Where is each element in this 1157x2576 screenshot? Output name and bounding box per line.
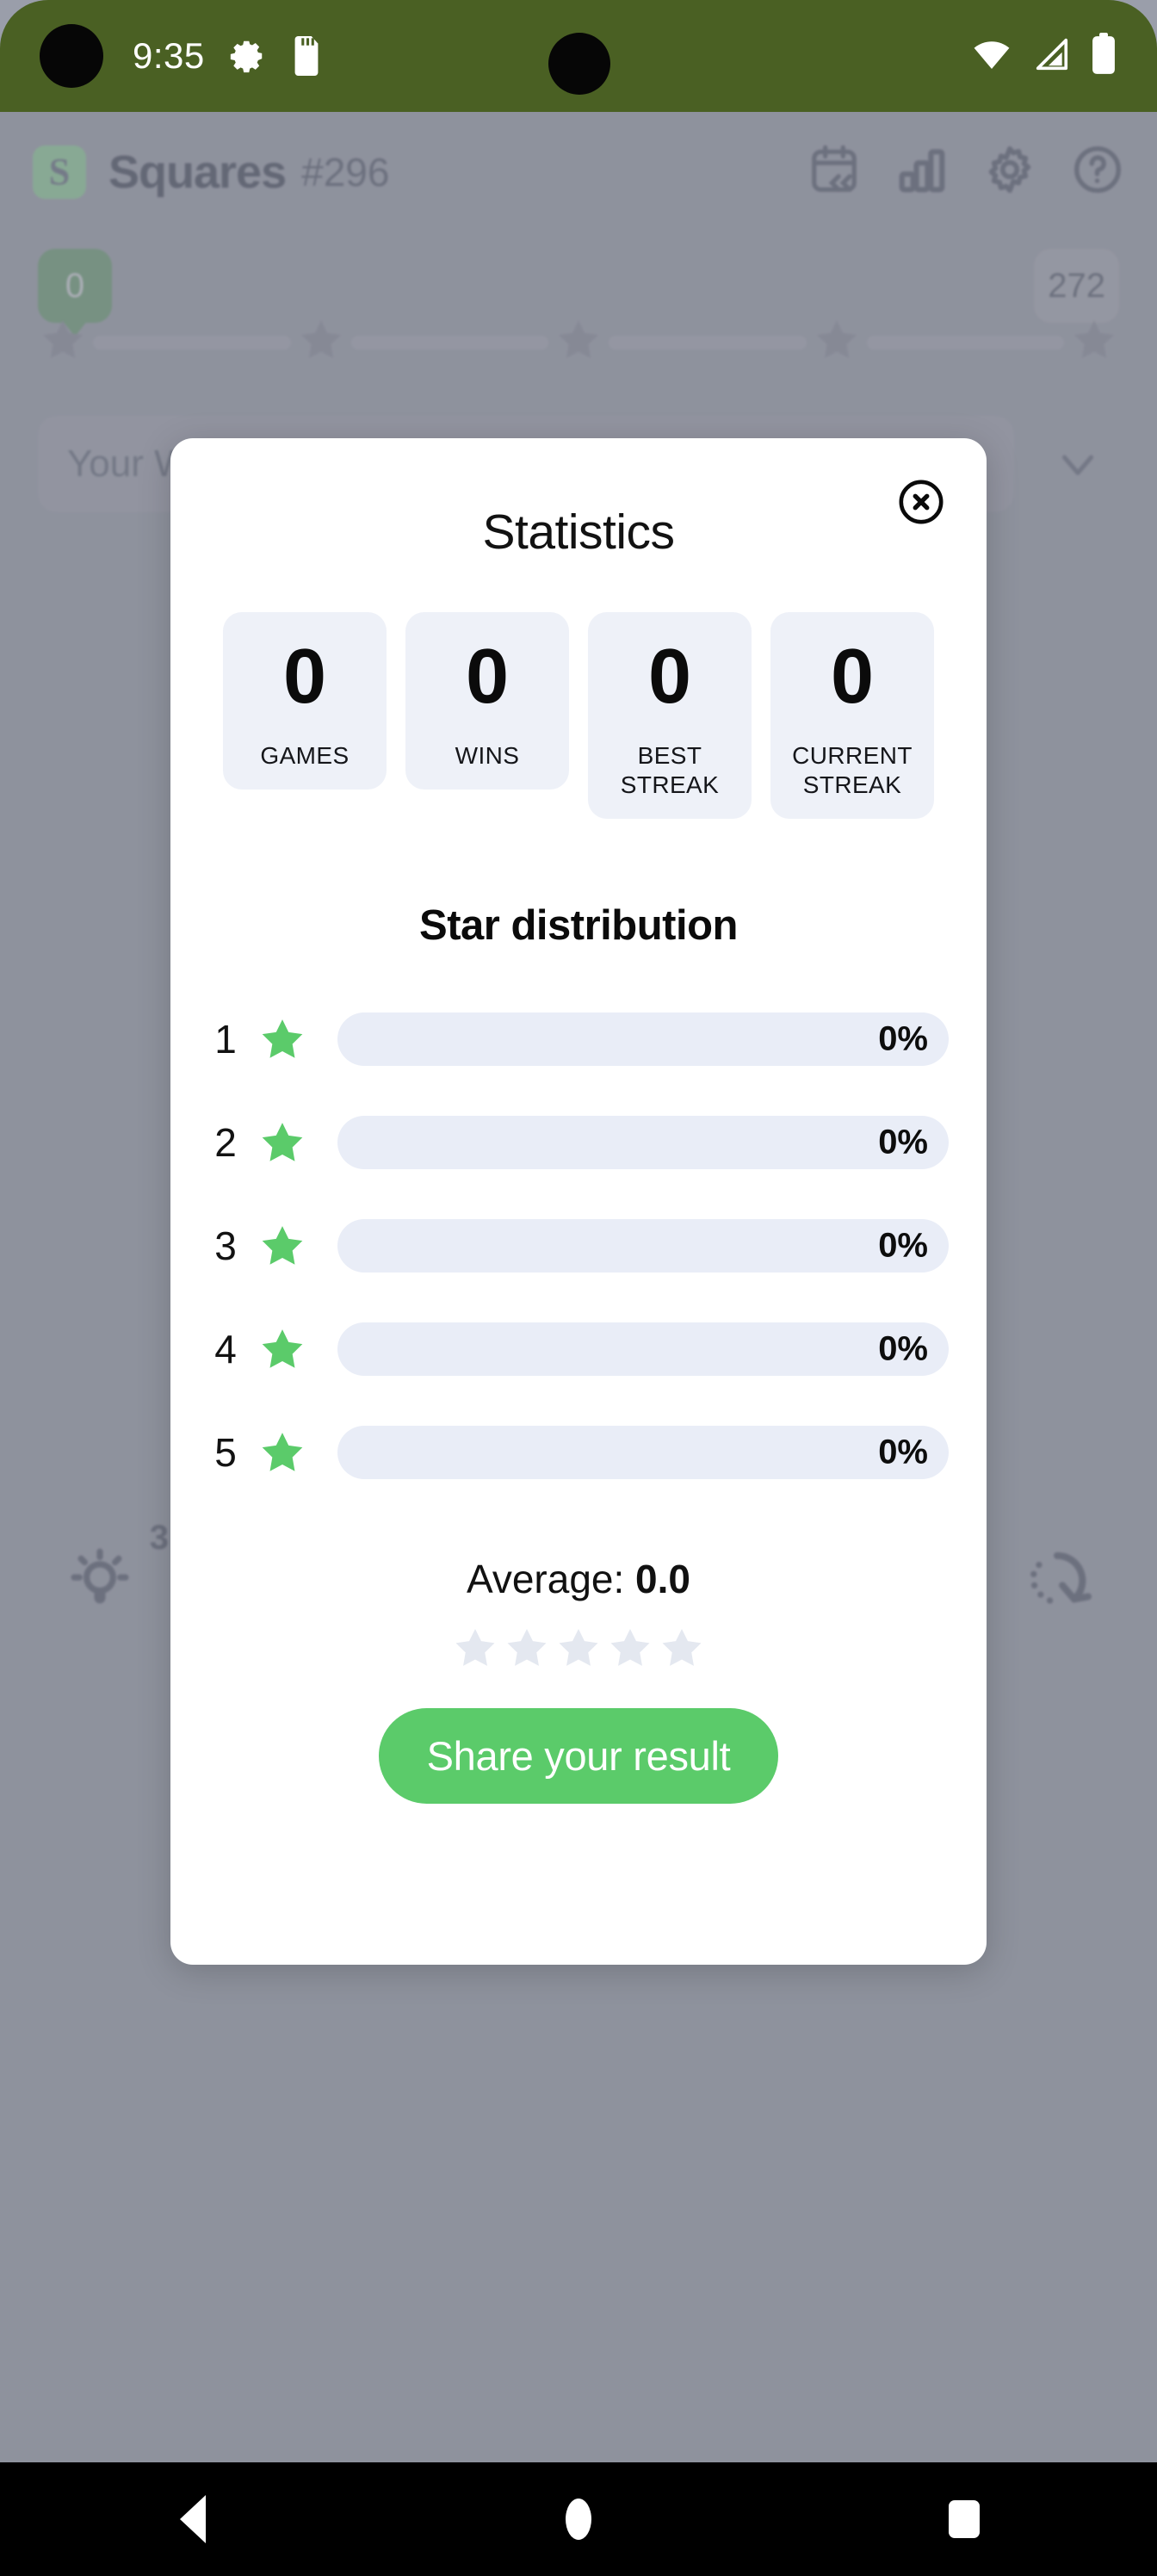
stat-label: BEST STREAK	[620, 742, 720, 799]
distribution-bar-track: 0%	[337, 1219, 949, 1273]
stat-value: 0	[282, 634, 327, 720]
average-star-row	[208, 1625, 949, 1675]
status-time: 9:35	[133, 35, 205, 76]
star-icon	[258, 1118, 306, 1167]
distribution-row: 1 0%	[208, 988, 949, 1091]
distribution-bar-track: 0%	[337, 1012, 949, 1067]
nav-home-button[interactable]	[527, 2462, 630, 2576]
average-line: Average: 0.0	[208, 1556, 949, 1602]
distribution-percent-label: 0%	[878, 1226, 928, 1265]
distribution-bar-track: 0%	[337, 1322, 949, 1377]
nav-recents-button[interactable]	[913, 2462, 1016, 2576]
gear-icon	[227, 36, 267, 76]
stat-label: WINS	[455, 742, 520, 769]
stat-card-wins: 0 WINS	[405, 612, 569, 790]
distribution-star-count: 4	[214, 1327, 237, 1372]
average-label: Average:	[466, 1557, 636, 1602]
distribution-star-count: 1	[214, 1017, 237, 1062]
statistics-modal: Statistics 0 GAMES 0 WINS 0 BEST STREAK …	[170, 438, 987, 1965]
stat-value: 0	[647, 634, 692, 720]
distribution-percent-label: 0%	[878, 1123, 928, 1161]
distribution-percent-label: 0%	[878, 1433, 928, 1471]
recents-square-icon	[949, 2500, 980, 2538]
wifi-icon	[971, 34, 1012, 79]
stat-value: 0	[465, 634, 510, 720]
stat-label: GAMES	[260, 742, 350, 769]
distribution-row: 4 0%	[208, 1297, 949, 1401]
distribution-row: 5 0%	[208, 1401, 949, 1504]
sd-card-icon	[289, 36, 324, 76]
star-icon	[258, 1325, 306, 1373]
distribution-title: Star distribution	[419, 902, 738, 950]
distribution-star-count: 2	[214, 1120, 237, 1166]
star-icon	[258, 1015, 306, 1063]
star-icon	[452, 1625, 498, 1675]
stat-label: CURRENT STREAK	[792, 742, 913, 799]
distribution-star-count: 5	[214, 1430, 237, 1476]
star-icon	[555, 1625, 602, 1675]
phone-screen: S Squares #296 0 272 Your W 3 Statistics…	[0, 0, 1157, 2576]
distribution-percent-label: 0%	[878, 1019, 928, 1058]
stat-card-group: 0 GAMES 0 WINS 0 BEST STREAK 0 CURRENT S…	[208, 612, 949, 820]
page-title: Statistics	[482, 505, 675, 560]
close-circle-icon[interactable]	[895, 476, 947, 528]
stat-card-current-streak: 0 CURRENT STREAK	[770, 612, 934, 820]
distribution-bar-track: 0%	[337, 1116, 949, 1170]
star-icon	[607, 1625, 653, 1675]
distribution-percent-label: 0%	[878, 1329, 928, 1368]
cellular-signal-icon	[1031, 34, 1071, 78]
status-bar-left: 9:35	[40, 24, 324, 88]
stat-card-best-streak: 0 BEST STREAK	[588, 612, 752, 820]
share-result-button[interactable]: Share your result	[378, 1708, 779, 1805]
android-nav-bar	[0, 2462, 1157, 2576]
distribution-row: 3 0%	[208, 1194, 949, 1297]
home-circle-icon	[566, 2499, 591, 2540]
distribution-star-count: 3	[214, 1223, 237, 1269]
stat-card-games: 0 GAMES	[223, 612, 387, 790]
average-value: 0.0	[635, 1557, 690, 1602]
share-button-wrap: Share your result	[208, 1708, 949, 1805]
star-icon	[659, 1625, 705, 1675]
distribution-bar-track: 0%	[337, 1426, 949, 1480]
stat-value: 0	[830, 634, 875, 720]
camera-punch-hole-icon	[40, 24, 103, 88]
nav-back-button[interactable]	[141, 2462, 244, 2576]
camera-punch-hole-center-icon	[548, 33, 610, 95]
back-triangle-icon	[180, 2495, 206, 2543]
battery-icon	[1090, 32, 1117, 80]
star-icon	[258, 1222, 306, 1270]
distribution-row: 2 0%	[208, 1091, 949, 1194]
star-icon	[504, 1625, 550, 1675]
star-icon	[258, 1428, 306, 1477]
status-bar-right	[971, 32, 1117, 80]
distribution-chart: 1 0% 2 0% 3 0% 4 0% 5 0%	[208, 988, 949, 1504]
